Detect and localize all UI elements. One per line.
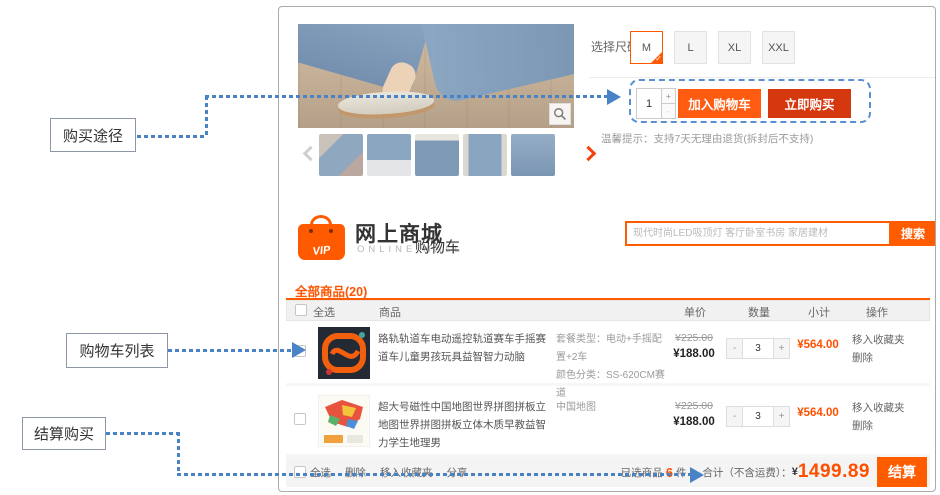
add-to-cart-button[interactable]: 加入购物车 (678, 89, 761, 118)
main-panel: 选择尺码: M ✓ L XL XXL 1 + - 加入购 (278, 6, 936, 492)
product-specs: 中国地图 (556, 399, 668, 417)
photo-denim-shape (418, 24, 574, 105)
quantity-value[interactable]: 1 (636, 88, 662, 119)
original-price: ¥225.00 (660, 332, 728, 344)
footer-links: 全选 删除 移入收藏夹 分享 (310, 457, 468, 487)
header-actions: 操作 (845, 304, 909, 320)
gallery-thumbnail-3[interactable] (415, 134, 459, 176)
checkout-line (177, 473, 690, 476)
purchase-path-line (205, 95, 607, 98)
move-to-favorites-link[interactable]: 移入收藏夹 (852, 400, 905, 415)
cart-list-arrowhead-icon (292, 342, 306, 358)
cart-row-1: 路轨轨道车电动遥控轨道赛车手摇赛道车儿童男孩玩具益智智力动脑 套餐类型：电动+手… (286, 321, 930, 386)
checkout-line (177, 432, 180, 476)
quantity-value[interactable]: 3 (743, 406, 773, 427)
cart-row-2: 超大号磁性中国地图世界拼图拼板立地图世界拼图拼板立体木质早教益智力学生地理男 中… (286, 389, 930, 457)
move-to-favorites-link[interactable]: 移入收藏夹 (852, 332, 905, 347)
quantity-increase-button[interactable]: + (662, 88, 676, 104)
quantity-value[interactable]: 3 (743, 338, 773, 359)
header-subtotal: 小计 (785, 304, 853, 320)
gallery-next-icon[interactable] (581, 146, 597, 162)
purchase-path-arrowhead-icon (607, 89, 621, 105)
delete-link[interactable]: 删除 (852, 418, 873, 433)
search-button[interactable]: 搜索 (891, 221, 935, 246)
size-option-xl[interactable]: XL (718, 31, 751, 64)
original-price: ¥225.00 (660, 400, 728, 412)
size-options: M ✓ L XL XXL (630, 31, 795, 64)
product-title: 路轨轨道车电动遥控轨道赛车手摇赛道车儿童男孩玩具益智智力动脑 (378, 331, 554, 367)
photo-slipper-shape (337, 89, 434, 118)
current-price: ¥188.00 (660, 348, 728, 360)
row-subtotal: ¥564.00 (784, 339, 852, 351)
quantity-stepper: 1 + - (636, 88, 676, 119)
selected-count-prefix: 已选商品 (621, 465, 663, 480)
gallery-thumbnail-4[interactable] (463, 134, 507, 176)
header-product: 商品 (379, 304, 401, 320)
callout-cart-list: 购物车列表 (66, 333, 168, 368)
cart-table-header: 全选 商品 单价 数量 小计 操作 (286, 300, 930, 321)
selected-check-icon: ✓ (650, 51, 663, 64)
callout-checkout-label: 结算购买 (34, 423, 94, 444)
header-quantity: 数量 (727, 304, 791, 320)
cart-footer-bar: 全选 删除 移入收藏夹 分享 已选商品 6 件 合计（不含运费）： ¥ 1499… (286, 457, 930, 487)
quantity-decrease-button[interactable]: - (726, 406, 743, 427)
row-quantity-stepper: - 3 + (726, 406, 790, 427)
return-policy-tip: 温馨提示：支持7天无理由退货(拆封后不支持) (601, 131, 813, 146)
quantity-decrease-button[interactable]: - (662, 104, 676, 119)
gallery-prev-icon[interactable] (303, 146, 319, 162)
quantity-decrease-button[interactable]: - (726, 338, 743, 359)
footer-share-link[interactable]: 分享 (447, 465, 468, 480)
product-image-china-map[interactable] (318, 395, 370, 447)
product-title: 超大号磁性中国地图世界拼图拼板立地图世界拼图拼板立体木质早教益智力学生地理男 (378, 399, 554, 453)
total-amount: 1499.89 (798, 461, 870, 483)
callout-cart-list-label: 购物车列表 (79, 340, 154, 361)
divider (589, 77, 935, 78)
row-quantity-stepper: - 3 + (726, 338, 790, 359)
footer-delete-link[interactable]: 删除 (345, 465, 366, 480)
vip-logo-text: VIP (298, 243, 346, 260)
footer-move-to-favorites-link[interactable]: 移入收藏夹 (380, 465, 433, 480)
row-subtotal: ¥564.00 (784, 407, 852, 419)
size-option-l[interactable]: L (674, 31, 707, 64)
page-title: 购物车 (415, 236, 460, 257)
cart-list-line (168, 349, 292, 352)
callout-purchase-path-label: 购买途径 (63, 125, 123, 146)
purchase-path-line (205, 96, 208, 138)
vip-bag-logo-icon: VIP (298, 215, 345, 260)
purchase-path-line (137, 135, 207, 138)
gallery-thumbnail-2[interactable] (367, 134, 411, 176)
checkout-line (106, 432, 180, 435)
product-image-race-track[interactable] (318, 327, 370, 379)
header-unit-price: 单价 (661, 304, 729, 320)
gallery-thumbnail-1[interactable] (319, 134, 363, 176)
magnifier-icon[interactable] (549, 103, 571, 125)
size-option-xxl[interactable]: XXL (762, 31, 795, 64)
selected-count-unit: 件 (676, 465, 687, 480)
header-select-all: 全选 (313, 304, 335, 320)
size-option-m[interactable]: M ✓ (630, 31, 663, 64)
checkout-button[interactable]: 结算 (877, 457, 927, 487)
selected-count: 6 (666, 465, 673, 480)
search-input[interactable] (625, 221, 891, 246)
callout-checkout: 结算购买 (22, 417, 106, 450)
footer-select-all-link[interactable]: 全选 (310, 465, 331, 480)
current-price: ¥188.00 (660, 416, 728, 428)
footer-summary: 已选商品 6 件 合计（不含运费）： ¥ 1499.89 (621, 457, 870, 487)
product-main-photo[interactable] (298, 24, 574, 128)
page: 购买途径 购物车列表 结算购买 选择尺码: (0, 0, 940, 495)
buy-now-button[interactable]: 立即购买 (768, 89, 851, 118)
total-label: 合计（不含运费）： (702, 465, 791, 480)
select-all-checkbox[interactable] (295, 304, 307, 316)
gallery-thumbnail-5[interactable] (511, 134, 555, 176)
footer-select-all-checkbox[interactable] (294, 466, 306, 478)
delete-link[interactable]: 删除 (852, 350, 873, 365)
row-checkbox[interactable] (294, 413, 306, 425)
callout-purchase-path: 购买途径 (50, 118, 136, 152)
checkout-arrowhead-icon (690, 467, 704, 483)
